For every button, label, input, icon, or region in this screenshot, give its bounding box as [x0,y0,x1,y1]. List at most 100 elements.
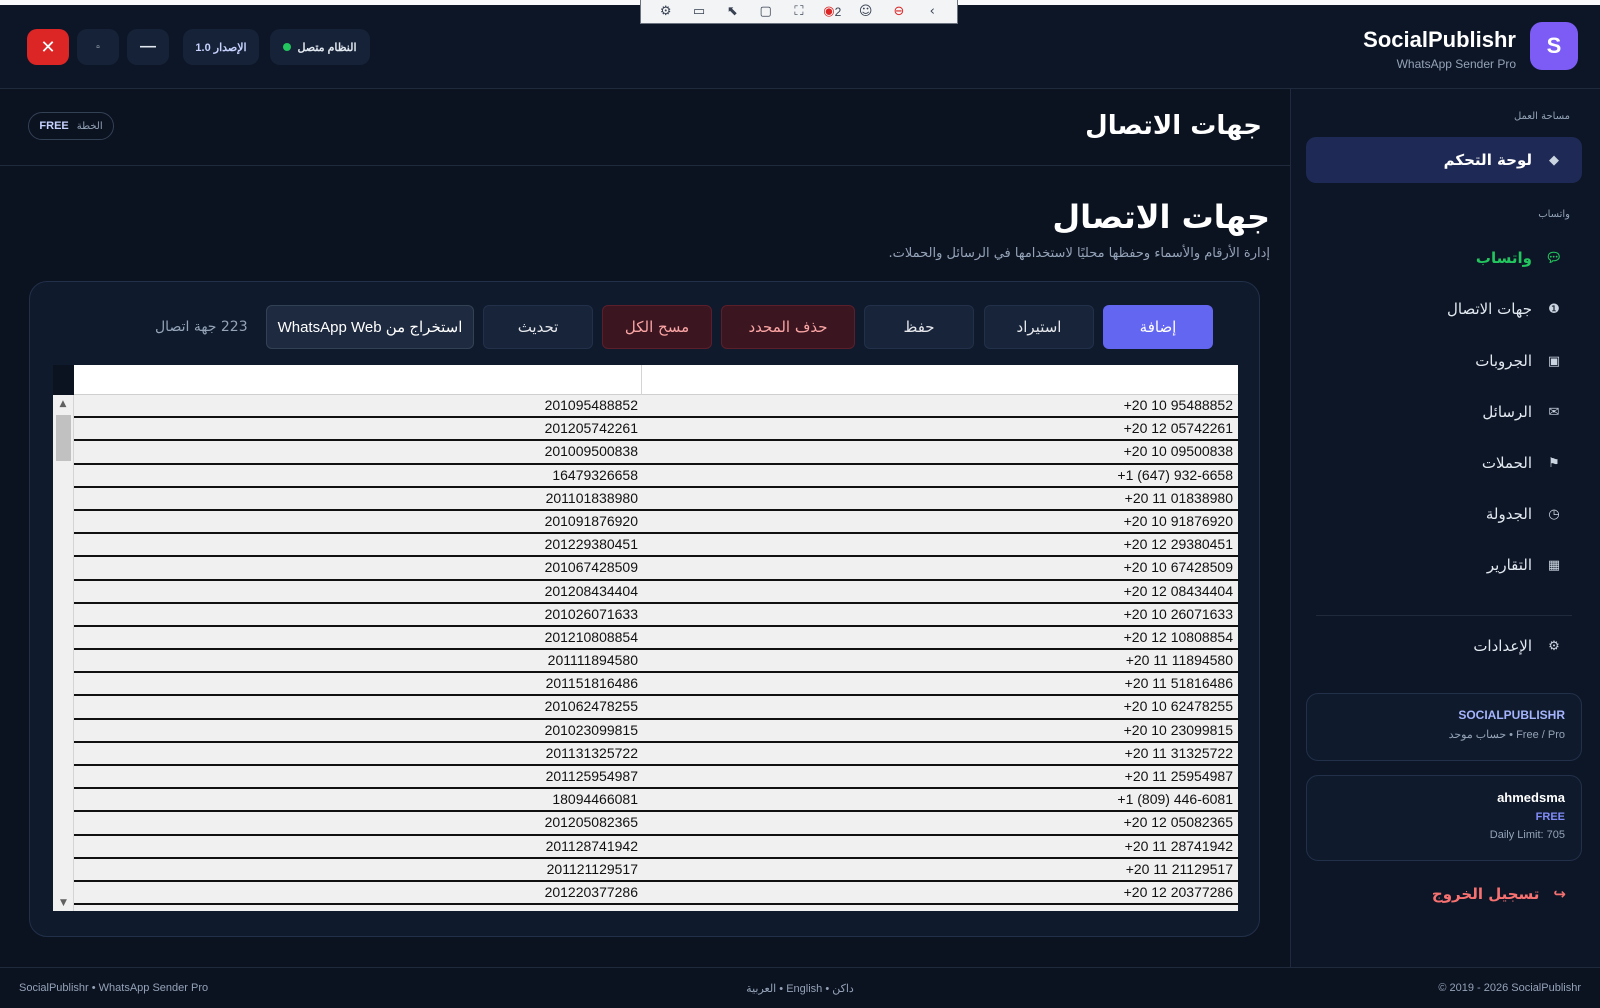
sidebar-item-whatsapp[interactable]: 💬︎ واتساب [1306,235,1582,281]
sidebar-item-settings[interactable]: ⚙ الإعدادات [1306,623,1582,669]
cell-formatted-number[interactable]: +20 10 91876920 [642,511,1238,532]
cell-number[interactable]: 201131325722 [74,743,642,764]
scroll-down-icon[interactable]: ▼ [53,894,74,911]
minimize-button[interactable]: — [127,29,169,65]
collapse-icon[interactable]: ‹ [922,3,942,21]
record-icon[interactable]: ◉ 2 [822,3,842,21]
table-row[interactable]: 201095488852 +20 10 95488852 [74,395,1238,419]
table-row[interactable]: 16479326658 +1 (647) 932-6658 [74,464,1238,488]
table-row[interactable]: 201009500838 +20 10 09500838 [74,441,1238,465]
table-row[interactable]: 201111894580 +20 11 11894580 [74,650,1238,674]
cell-formatted-number[interactable]: +20 10 67428509 [642,557,1238,578]
delete-selected-button[interactable]: حذف المحدد [721,305,855,349]
cell-formatted-number[interactable]: +20 12 08434404 [642,581,1238,602]
cell-number[interactable]: 201220377286 [74,882,642,903]
cell-number[interactable]: 201128741942 [74,836,642,857]
table-row[interactable]: 201131325722 +20 11 31325722 [74,742,1238,766]
clear-all-button[interactable]: مسح الكل [602,305,712,349]
table-scrollbar[interactable]: ▲ ▼ [53,395,74,911]
table-row[interactable]: 201091876920 +20 10 91876920 [74,510,1238,535]
cell-number[interactable]: 201205742261 [74,418,642,439]
cell-formatted-number[interactable]: +20 10 95488852 [642,395,1238,416]
cell-formatted-number[interactable]: +20 10 09500838 [642,441,1238,462]
table-row[interactable]: 201067428509 +20 10 67428509 [74,557,1238,581]
cell-number[interactable]: 201067428509 [74,557,642,578]
cell-formatted-number[interactable]: +20 12 20377286 [642,882,1238,903]
cell-number[interactable]: 201111894580 [74,650,642,671]
table-row[interactable]: 201023099815 +20 10 23099815 [74,719,1238,743]
cell-number[interactable]: 201062478255 [74,696,642,717]
region-icon[interactable]: ⛶ [789,3,809,21]
table-row[interactable]: 201128741942 +20 11 28741942 [74,835,1238,859]
cell-number[interactable]: 18094466081 [74,789,642,810]
accessibility-icon[interactable]: ☺ [856,3,876,21]
footer-language-theme[interactable]: العربية • English • داكن [0,982,1600,995]
logout-button[interactable]: ↪ تسجيل الخروج [1432,885,1566,903]
cell-formatted-number[interactable]: +20 11 28741942 [642,836,1238,857]
window-icon[interactable]: ▢ [756,3,776,21]
cell-number[interactable]: 201125954987 [74,766,642,787]
cell-number[interactable]: 201210808854 [74,627,642,648]
table-row[interactable]: 201151816486 +20 11 51816486 [74,673,1238,697]
table-row[interactable]: 201101838980 +20 11 01838980 [74,487,1238,511]
cell-formatted-number[interactable]: +20 11 21129517 [642,859,1238,880]
table-row[interactable]: 201062478255 +20 10 62478255 [74,696,1238,720]
table-row[interactable]: 201121129517 +20 11 21129517 [74,858,1238,882]
sidebar-item-dashboard[interactable]: ◆ لوحة التحكم [1306,137,1582,183]
cell-number[interactable]: 16479326658 [74,465,642,486]
cell-number[interactable]: 201101838980 [74,488,642,509]
stop-icon[interactable]: ⊖ [889,3,909,21]
cell-formatted-number[interactable]: +1 (809) 446-6081 [642,789,1238,810]
cell-formatted-number[interactable]: +20 11 01838980 [642,488,1238,509]
cell-formatted-number[interactable]: +20 11 51816486 [642,673,1238,694]
cell-formatted-number[interactable]: +20 11 31325722 [642,743,1238,764]
cell-number[interactable]: 201009500838 [74,441,642,462]
cell-formatted-number[interactable]: +20 12 10808854 [642,627,1238,648]
refresh-button[interactable]: تحديث [483,305,593,349]
extract-whatsapp-button[interactable]: استخراج من WhatsApp Web [266,305,474,349]
column-header-number[interactable] [74,365,642,395]
import-button[interactable]: استيراد [984,305,1094,349]
sidebar-item-campaigns[interactable]: ⚑ الحملات [1306,440,1582,486]
table-row[interactable]: 201210808854 +20 12 10808854 [74,626,1238,651]
cell-formatted-number[interactable]: +20 11 11894580 [642,650,1238,671]
close-button[interactable]: ✕ [27,29,69,65]
maximize-button[interactable]: ▫ [77,29,119,65]
table-row[interactable]: 201229380451 +20 12 29380451 [74,534,1238,558]
cell-formatted-number[interactable]: +20 12 29380451 [642,534,1238,555]
table-row[interactable]: 201205082365 +20 12 05082365 [74,812,1238,836]
add-button[interactable]: إضافة [1103,305,1213,349]
cell-number[interactable]: 201208434404 [74,581,642,602]
cell-formatted-number[interactable]: +20 12 05082365 [642,812,1238,833]
cell-formatted-number[interactable]: +20 11 25954987 [642,766,1238,787]
table-row[interactable]: 201205742261 +20 12 05742261 [74,418,1238,442]
settings-icon[interactable]: ⚙ [656,3,676,21]
sidebar-item-messages[interactable]: ✉ الرسائل [1306,389,1582,435]
cell-number[interactable]: 201205082365 [74,812,642,833]
sidebar-item-contacts[interactable]: ❶ جهات الاتصال [1306,286,1582,332]
scroll-up-icon[interactable]: ▲ [53,395,73,412]
cell-number[interactable]: 201095488852 [74,395,642,416]
table-row[interactable]: 201208434404 +20 12 08434404 [74,580,1238,604]
cell-number[interactable]: 201026071633 [74,604,642,625]
table-row[interactable]: 201125954987 +20 11 25954987 [74,766,1238,790]
table-row[interactable]: 201220377286 +20 12 20377286 [74,881,1238,906]
video-icon[interactable]: ▭ [689,3,709,21]
cell-number[interactable]: 201151816486 [74,673,642,694]
cell-formatted-number[interactable]: +20 12 05742261 [642,418,1238,439]
table-row[interactable]: 18094466081 +1 (809) 446-6081 [74,789,1238,813]
cell-formatted-number[interactable]: +20 10 23099815 [642,720,1238,741]
sidebar-item-groups[interactable]: ▣ الجروبات [1306,338,1582,384]
sidebar-item-schedule[interactable]: ◷ الجدولة [1306,491,1582,537]
sidebar-item-reports[interactable]: ▦ التقارير [1306,542,1582,588]
save-button[interactable]: حفظ [864,305,974,349]
table-row[interactable]: 201026071633 +20 10 26071633 [74,603,1238,627]
column-header-formatted[interactable] [642,365,1238,395]
cell-number[interactable]: 201091876920 [74,511,642,532]
cell-formatted-number[interactable]: +1 (647) 932-6658 [642,465,1238,486]
cell-formatted-number[interactable]: +20 10 26071633 [642,604,1238,625]
cursor-icon[interactable]: ⬉ [722,3,742,21]
cell-formatted-number[interactable]: +20 10 62478255 [642,696,1238,717]
cell-number[interactable]: 201121129517 [74,859,642,880]
scroll-thumb[interactable] [56,415,71,461]
